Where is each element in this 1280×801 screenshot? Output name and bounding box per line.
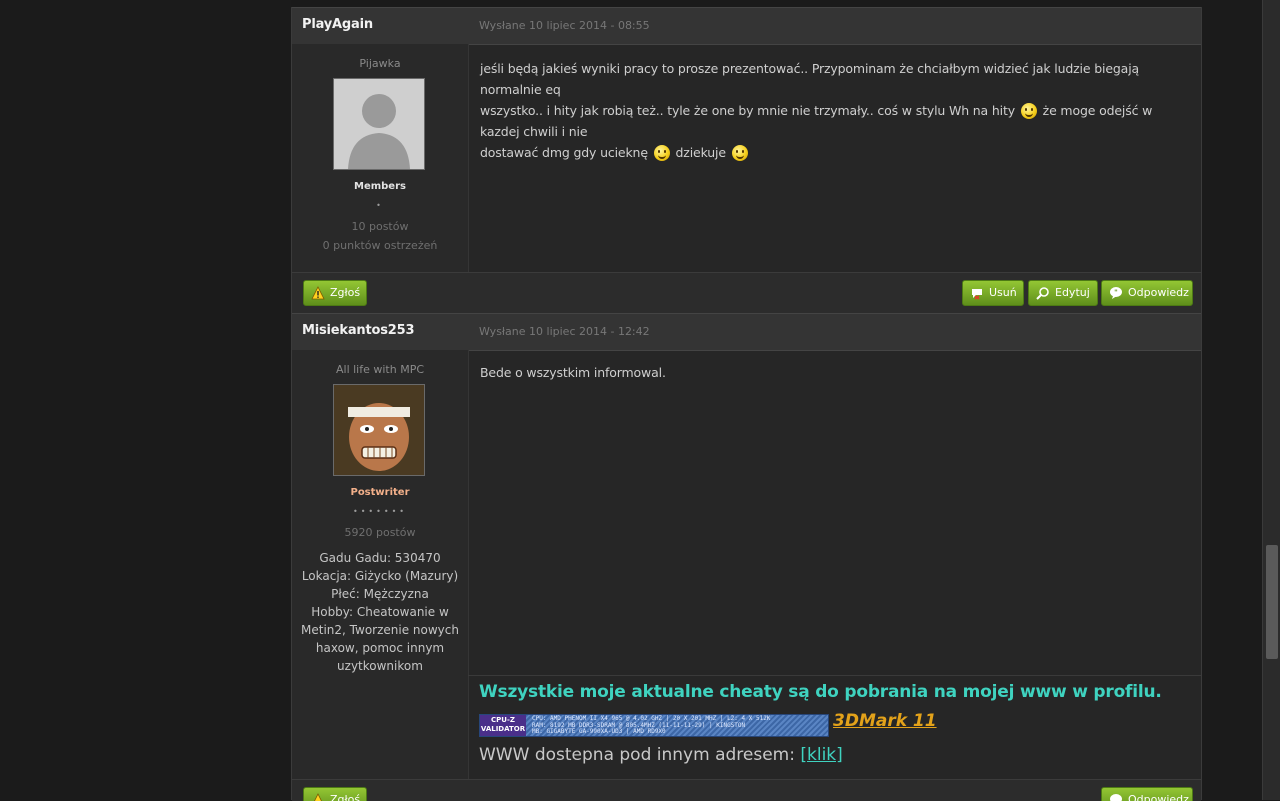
svg-text:": " xyxy=(1114,289,1118,297)
scrollbar-thumb[interactable] xyxy=(1266,545,1278,659)
user-avatar-image xyxy=(334,385,424,475)
signature-headline: Wszystkie moje aktualne cheaty są do pob… xyxy=(479,682,1162,702)
page-background-right xyxy=(1200,0,1262,800)
post-text-line: jeśli będą jakieś wyniki pracy to prosze… xyxy=(480,61,1140,97)
post-count: 5920 postów xyxy=(344,526,416,539)
post-date: Wysłane 10 lipiec 2014 - 08:55 xyxy=(479,19,650,32)
post-actions: Zgłoś Odpowiedz xyxy=(292,779,1201,801)
signature-website-text: WWW dostepna pod innym adresem: xyxy=(479,745,795,765)
report-button[interactable]: Zgłoś xyxy=(303,280,367,306)
post-header: PlayAgain Wysłane 10 lipiec 2014 - 08:55 xyxy=(292,7,1201,45)
quote-bubble-icon: " xyxy=(1110,287,1122,299)
profile-field-gender: Płeć: Mężczyzna xyxy=(331,587,429,601)
3dmark-link[interactable]: 3DMark 11 xyxy=(833,711,937,731)
author-sidebar: Pijawka Members • 10 postów 0 punktów os… xyxy=(292,44,469,272)
cpuz-spec-text: CPU: AMD PHENOM II X4 965 @ 4.02 GHZ | 2… xyxy=(532,715,771,735)
author-sidebar: All life with MPC Postwriter ••••••• 592… xyxy=(292,350,469,779)
report-button[interactable]: Zgłoś xyxy=(303,787,367,801)
edit-search-icon xyxy=(1036,287,1049,300)
post-count: 10 postów xyxy=(351,220,409,233)
warning-points[interactable]: 0 punktów ostrzeżeń xyxy=(292,239,468,252)
post-text-fragment: wszystko.. i hity jak robią też.. tyle ż… xyxy=(480,103,1015,118)
user-group: Members xyxy=(354,181,406,192)
user-title: Pijawka xyxy=(359,57,401,70)
laughing-emoticon-icon xyxy=(653,145,670,161)
reply-button[interactable]: Odpowiedz xyxy=(1101,787,1193,801)
page-background-left xyxy=(0,0,291,800)
default-avatar-icon xyxy=(334,79,424,169)
reply-label: Odpowiedz xyxy=(1128,286,1189,299)
website-link[interactable]: [klik] xyxy=(800,745,842,765)
post-text-line: dostawać dmg gdy ucieknę dziekuje xyxy=(480,142,1192,163)
laughing-emoticon-icon xyxy=(1020,103,1037,119)
user-group: Postwriter xyxy=(350,487,410,498)
rank-pips: ••••••• xyxy=(352,507,408,516)
report-label: Zgłoś xyxy=(330,286,361,299)
post-text-fragment: dostawać dmg gdy ucieknę xyxy=(480,145,648,160)
delete-comment-icon xyxy=(972,289,982,300)
profile-field-hobby: Hobby: Cheatowanie w Metin2, Tworzenie n… xyxy=(301,605,459,673)
edit-button[interactable]: Edytuj xyxy=(1028,280,1098,306)
cpuz-logo: CPU-Z VALIDATOR xyxy=(480,715,526,736)
reply-button[interactable]: " Odpowiedz xyxy=(1101,280,1193,306)
delete-label: Usuń xyxy=(989,286,1017,299)
avatar[interactable] xyxy=(333,78,425,170)
signature-website-line: WWW dostepna pod innym adresem: [klik] xyxy=(479,745,843,765)
delete-button[interactable]: Usuń xyxy=(962,280,1024,306)
cpuz-validator-banner[interactable]: CPU-Z VALIDATOR CPU: AMD PHENOM II X4 96… xyxy=(479,714,829,737)
profile-field-location: Lokacja: Giżycko (Mazury) xyxy=(301,569,459,583)
post-actions: Zgłoś Usuń Edytuj " Odpowiedz xyxy=(292,272,1201,314)
post-text-fragment: dziekuje xyxy=(675,145,727,160)
signature-divider xyxy=(468,675,1201,676)
post-text-line: wszystko.. i hity jak robią też.. tyle ż… xyxy=(480,100,1192,142)
avatar[interactable] xyxy=(333,384,425,476)
post-1: PlayAgain Wysłane 10 lipiec 2014 - 08:55… xyxy=(291,7,1202,314)
vertical-scrollbar[interactable] xyxy=(1262,0,1280,800)
post-2: Misiekantos253 Wysłane 10 lipiec 2014 - … xyxy=(291,313,1202,801)
post-date: Wysłane 10 lipiec 2014 - 12:42 xyxy=(479,325,650,338)
edit-label: Edytuj xyxy=(1055,286,1090,299)
post-header: Misiekantos253 Wysłane 10 lipiec 2014 - … xyxy=(292,313,1201,351)
post-author[interactable]: PlayAgain xyxy=(302,17,373,32)
post-content: Bede o wszystkim informowal. xyxy=(480,365,666,380)
warning-icon xyxy=(311,286,325,300)
smile-emoticon-icon xyxy=(731,145,748,161)
post-author[interactable]: Misiekantos253 xyxy=(302,323,414,338)
rank-pips: • xyxy=(376,201,384,210)
user-title: All life with MPC xyxy=(335,363,425,376)
post-content: jeśli będą jakieś wyniki pracy to prosze… xyxy=(480,58,1192,163)
profile-field-gg: Gadu Gadu: 530470 xyxy=(319,551,441,565)
